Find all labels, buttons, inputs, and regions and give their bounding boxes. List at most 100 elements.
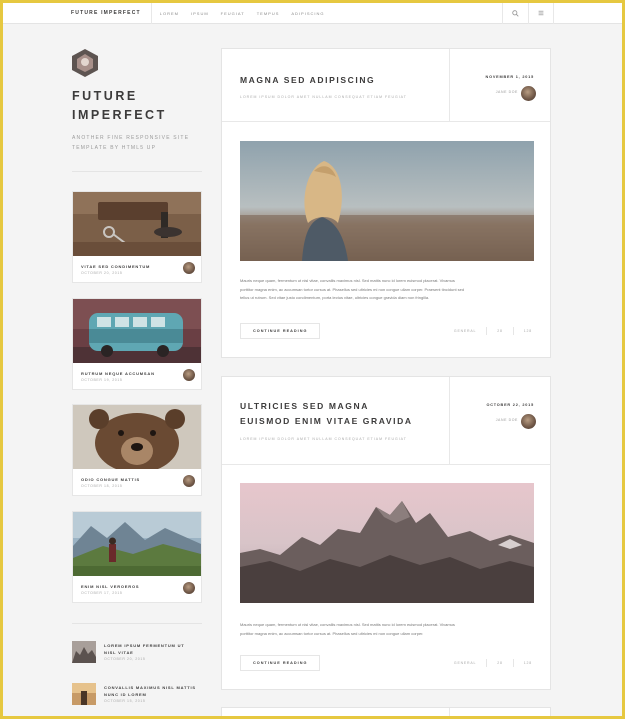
header-divider <box>449 49 450 121</box>
excerpt-line: Mauris neque quam, fermentum ut nisl vit… <box>240 278 455 283</box>
list-item-title[interactable]: LOREM IPSUM FERMENTUM UT NISL VITAE <box>104 642 204 656</box>
list-item-title-line1: LOREM IPSUM FERMENTUM UT <box>104 643 185 648</box>
post-title-line2: EUISMOD ENIM VITAE GRAVIDA <box>240 416 413 426</box>
site-title-line1: FUTURE <box>72 89 138 103</box>
mini-post-image <box>73 405 201 469</box>
list-item-title-line2: NISL VITAE <box>104 650 134 655</box>
post-stats: GENERAL 28 128 <box>454 659 532 667</box>
comments-count[interactable]: 128 <box>524 329 532 333</box>
list-item-title[interactable]: CONVALLIS MAXIMUS NISL MATTIS NUNC ID LO… <box>104 684 204 698</box>
excerpt-line: tellus ut rutrum. Sed vitae justo condim… <box>240 295 430 300</box>
post-date: OCTOBER 22, 2015 <box>486 403 534 407</box>
menu-icon <box>538 10 544 16</box>
divider <box>486 659 488 667</box>
list-item-title-line1: CONVALLIS MAXIMUS NISL MATTIS <box>104 685 196 690</box>
logo-icon[interactable] <box>72 49 98 77</box>
post-hero-image[interactable] <box>240 483 534 603</box>
mini-post-title[interactable]: VITAE SED CONDIMENTUM <box>81 264 150 269</box>
avatar[interactable] <box>521 414 536 429</box>
continue-reading-button[interactable]: CONTINUE READING <box>240 323 321 339</box>
post-category[interactable]: GENERAL <box>454 329 476 333</box>
nav-link-adipiscing[interactable]: ADIPISCING <box>291 11 324 16</box>
avatar[interactable] <box>521 86 536 101</box>
nav-links: LOREM IPSUM FEUGIAT TEMPUS ADIPISCING <box>152 11 502 16</box>
post-card <box>221 707 551 716</box>
mini-post[interactable]: RUTRUM NEQUE ACCUMSAN OCTOBER 19, 2015 <box>72 298 202 390</box>
page-frame: FUTURE IMPERFECT LOREM IPSUM FEUGIAT TEM… <box>3 3 622 716</box>
post-header: MAGNA SED ADIPISCING LOREM IPSUM DOLOR A… <box>222 49 550 122</box>
mini-post-image <box>73 512 201 576</box>
mini-post-date: OCTOBER 20, 2015 <box>81 271 123 275</box>
post-title-line1: ULTRICIES SED MAGNA <box>240 401 369 411</box>
list-item[interactable]: CONVALLIS MAXIMUS NISL MATTIS NUNC ID LO… <box>72 683 207 707</box>
header-divider <box>449 377 450 464</box>
site-subtitle-line1: ANOTHER FINE RESPONSIVE SITE <box>72 135 190 141</box>
nav-link-ipsum[interactable]: IPSUM <box>191 11 209 16</box>
post-date: NOVEMBER 1, 2015 <box>485 75 534 79</box>
header-divider <box>449 708 450 716</box>
mini-post-meta: RUTRUM NEQUE ACCUMSAN OCTOBER 19, 2015 <box>73 363 201 389</box>
post-card: MAGNA SED ADIPISCING LOREM IPSUM DOLOR A… <box>221 48 551 358</box>
site-subtitle: ANOTHER FINE RESPONSIVE SITE TEMPLATE BY… <box>72 133 212 153</box>
mini-post[interactable]: ODIO CONGUE MATTIS OCTOBER 18, 2015 <box>72 404 202 496</box>
nav-link-feugiat[interactable]: FEUGIAT <box>221 11 245 16</box>
post-title-line1: MAGNA SED ADIPISCING <box>240 75 376 85</box>
post-subtitle: LOREM IPSUM DOLOR AMET NULLAM CONSEQUAT … <box>240 437 407 441</box>
excerpt-line: porttitor magna enim, ac accumsan tortor… <box>240 630 424 636</box>
list-item-date: OCTOBER 20, 2015 <box>104 657 146 661</box>
post-excerpt: Mauris neque quam, fermentum ut nisl vit… <box>240 621 522 638</box>
post-card: ULTRICIES SED MAGNA EUISMOD ENIM VITAE G… <box>221 376 551 690</box>
list-item-thumb <box>72 641 96 663</box>
nav-link-tempus[interactable]: TEMPUS <box>257 11 280 16</box>
post-header: ULTRICIES SED MAGNA EUISMOD ENIM VITAE G… <box>222 377 550 465</box>
mini-post-image <box>73 299 201 363</box>
search-button[interactable] <box>502 3 528 24</box>
mini-post-image <box>73 192 201 256</box>
mini-post[interactable]: ENIM NISL VEROEROS OCTOBER 17, 2015 <box>72 511 202 603</box>
menu-button[interactable] <box>528 3 554 24</box>
avatar[interactable] <box>183 262 195 274</box>
divider <box>512 659 514 667</box>
excerpt-line: porttitor magna enim, ac accumsan tortor… <box>240 286 465 292</box>
post-category[interactable]: GENERAL <box>454 661 476 665</box>
excerpt-line: Mauris neque quam, fermentum ut nisl vit… <box>240 622 455 627</box>
mini-post[interactable]: VITAE SED CONDIMENTUM OCTOBER 20, 2015 <box>72 191 202 283</box>
avatar[interactable] <box>183 369 195 381</box>
divider <box>512 327 514 335</box>
avatar[interactable] <box>183 475 195 487</box>
mini-post-date: OCTOBER 17, 2015 <box>81 591 123 595</box>
divider <box>72 623 202 624</box>
mini-post-title[interactable]: RUTRUM NEQUE ACCUMSAN <box>81 371 155 376</box>
site-title: FUTURE IMPERFECT <box>72 87 212 125</box>
list-item-title-line2: NUNC ID LOREM <box>104 692 147 697</box>
post-author[interactable]: JANE DOE <box>496 90 518 94</box>
nav-brand[interactable]: FUTURE IMPERFECT <box>3 3 152 24</box>
list-item[interactable]: LOREM IPSUM FERMENTUM UT NISL VITAE OCTO… <box>72 641 207 665</box>
post-title[interactable]: ULTRICIES SED MAGNA EUISMOD ENIM VITAE G… <box>240 399 445 429</box>
post-excerpt: Mauris neque quam, fermentum ut nisl vit… <box>240 277 522 303</box>
likes-count[interactable]: 28 <box>497 329 503 333</box>
avatar[interactable] <box>183 582 195 594</box>
post-header <box>222 708 550 716</box>
continue-reading-button[interactable]: CONTINUE READING <box>240 655 321 671</box>
mini-post-title[interactable]: ENIM NISL VEROEROS <box>81 584 139 589</box>
post-stats: GENERAL 28 128 <box>454 327 532 335</box>
mini-post-title[interactable]: ODIO CONGUE MATTIS <box>81 477 140 482</box>
post-hero-image[interactable] <box>240 141 534 261</box>
list-item-thumb <box>72 683 96 705</box>
site-subtitle-line2: TEMPLATE BY HTML5 UP <box>72 145 157 151</box>
post-author[interactable]: JANE DOE <box>496 418 518 422</box>
mini-post-date: OCTOBER 19, 2015 <box>81 378 123 382</box>
divider <box>486 327 488 335</box>
comments-count[interactable]: 128 <box>524 661 532 665</box>
mini-post-date: OCTOBER 18, 2015 <box>81 484 123 488</box>
post-subtitle: LOREM IPSUM DOLOR AMET NULLAM CONSEQUAT … <box>240 95 407 99</box>
likes-count[interactable]: 28 <box>497 661 503 665</box>
post-title[interactable]: MAGNA SED ADIPISCING <box>240 73 445 88</box>
mini-post-meta: VITAE SED CONDIMENTUM OCTOBER 20, 2015 <box>73 256 201 282</box>
search-icon <box>512 9 519 17</box>
nav-link-lorem[interactable]: LOREM <box>160 11 179 16</box>
top-nav: FUTURE IMPERFECT LOREM IPSUM FEUGIAT TEM… <box>3 3 622 24</box>
mini-post-meta: ODIO CONGUE MATTIS OCTOBER 18, 2015 <box>73 469 201 495</box>
divider <box>72 171 202 172</box>
